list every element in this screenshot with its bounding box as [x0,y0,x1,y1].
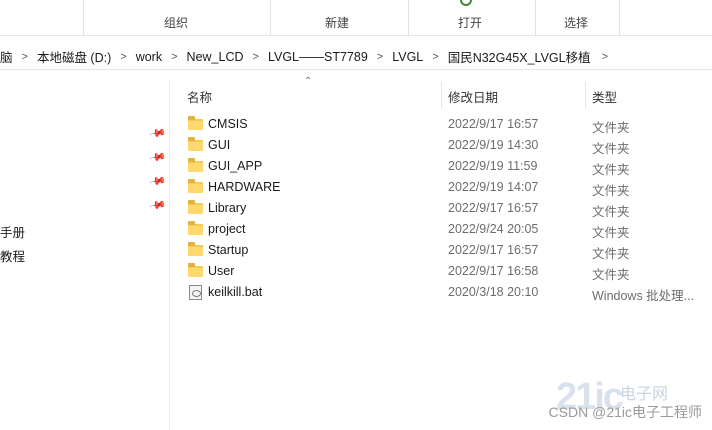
file-name: HARDWARE [208,180,281,194]
file-name: Startup [208,243,249,257]
column-headers: ⌃ 名称 修改日期 类型 [180,76,712,108]
file-modified: 2022/9/17 16:57 [448,201,539,215]
file-type: 文件夹 [592,142,630,156]
chevron-right-icon[interactable]: > [169,51,179,63]
column-divider[interactable] [585,82,586,108]
chevron-right-icon[interactable]: > [598,51,608,63]
breadcrumb-item[interactable]: LVGL [385,50,430,64]
pin-icon[interactable]: 📌 [149,124,168,143]
file-type: 文件夹 [592,247,630,261]
ribbon-divider [83,0,84,36]
folder-icon [188,116,203,130]
file-type: 文件夹 [592,226,630,240]
navigation-pane: 📌 📌 📌 📌 手册 教程 [0,80,170,430]
ribbon-divider [619,0,620,36]
ribbon-divider [270,0,271,36]
folder-icon [188,242,203,256]
folder-icon [188,158,203,172]
file-list: CMSIS 2022/9/17 16:57 文件夹 GUI 2022/9/19 … [180,114,712,303]
file-row[interactable]: Startup 2022/9/17 16:57 文件夹 [180,240,712,261]
file-name: keilkill.bat [208,285,263,299]
file-type: 文件夹 [592,184,630,198]
breadcrumb-item[interactable]: New_LCD [180,50,251,64]
chevron-right-icon[interactable]: > [430,51,440,63]
breadcrumb: 脑 > 本地磁盘 (D:) > work > New_LCD > LVGL——S… [0,47,608,66]
file-row[interactable]: User 2022/9/17 16:58 文件夹 [180,261,712,282]
breadcrumb-item[interactable]: 国民N32G45X_LVGL移植 [441,47,598,66]
ribbon-group-open[interactable]: 打开 [458,14,482,31]
file-row[interactable]: Library 2022/9/17 16:57 文件夹 [180,198,712,219]
column-header-type[interactable]: 类型 [592,87,617,106]
address-bar[interactable]: 脑 > 本地磁盘 (D:) > work > New_LCD > LVGL——S… [0,40,712,70]
breadcrumb-item[interactable]: LVGL——ST7789 [261,50,375,64]
file-row[interactable]: GUI_APP 2022/9/19 11:59 文件夹 [180,156,712,177]
column-header-modified[interactable]: 修改日期 [448,87,498,106]
file-type: 文件夹 [592,205,630,219]
column-header-name[interactable]: 名称 [187,87,212,106]
file-type: Windows 批处理... [592,289,695,303]
file-modified: 2022/9/17 16:57 [448,243,539,257]
chevron-right-icon[interactable]: > [118,51,128,63]
pin-icon[interactable]: 📌 [149,172,168,191]
sort-ascending-icon: ⌃ [304,76,313,87]
file-row[interactable]: keilkill.bat 2020/3/18 20:10 Windows 批处理… [180,282,712,303]
file-modified: 2022/9/19 11:59 [448,159,538,173]
folder-icon [188,179,203,193]
file-modified: 2022/9/17 16:57 [448,117,539,131]
nav-item-tutorial[interactable]: 教程 [0,246,25,265]
file-name: CMSIS [208,117,248,131]
chevron-right-icon[interactable]: > [251,51,261,63]
ribbon-group-organize[interactable]: 组织 [164,14,188,31]
file-name: User [208,264,235,278]
file-type: 文件夹 [592,268,630,282]
watermark-logo-sub: 电子网 [620,386,669,403]
folder-icon [188,137,203,151]
pin-icon[interactable]: 📌 [149,148,168,167]
column-divider[interactable] [441,82,442,108]
file-name: GUI [208,138,231,152]
file-modified: 2022/9/19 14:07 [448,180,539,194]
folder-icon [188,263,203,277]
ribbon-group-select[interactable]: 选择 [564,14,588,31]
file-row[interactable]: GUI 2022/9/19 14:30 文件夹 [180,135,712,156]
file-row[interactable]: HARDWARE 2022/9/19 14:07 文件夹 [180,177,712,198]
file-name: Library [208,201,247,215]
folder-icon [188,200,203,214]
breadcrumb-item[interactable]: work [129,50,169,64]
folder-icon [188,221,203,235]
ribbon: 组织 新建 打开 选择 [0,0,712,36]
breadcrumb-item[interactable]: 本地磁盘 (D:) [30,47,118,66]
chevron-right-icon[interactable]: > [20,51,30,63]
file-modified: 2020/3/18 20:10 [448,285,539,299]
pin-icon[interactable]: 📌 [149,196,168,215]
nav-item-manual[interactable]: 手册 [0,222,25,241]
ribbon-divider [408,0,409,36]
file-modified: 2022/9/24 20:05 [448,222,539,236]
file-modified: 2022/9/19 14:30 [448,138,539,152]
file-type: 文件夹 [592,121,630,135]
open-icon [460,0,472,6]
file-row[interactable]: project 2022/9/24 20:05 文件夹 [180,219,712,240]
file-modified: 2022/9/17 16:58 [448,264,539,278]
breadcrumb-item[interactable]: 脑 [0,47,20,66]
file-row[interactable]: CMSIS 2022/9/17 16:57 文件夹 [180,114,712,135]
chevron-right-icon[interactable]: > [375,51,385,63]
ribbon-divider [535,0,536,36]
file-type: 文件夹 [592,163,630,177]
batch-file-icon [188,285,203,300]
ribbon-group-new[interactable]: 新建 [325,14,349,31]
file-name: GUI_APP [208,159,263,173]
watermark: CSDN @21ic电子工程师 [548,404,702,420]
file-name: project [208,222,246,236]
